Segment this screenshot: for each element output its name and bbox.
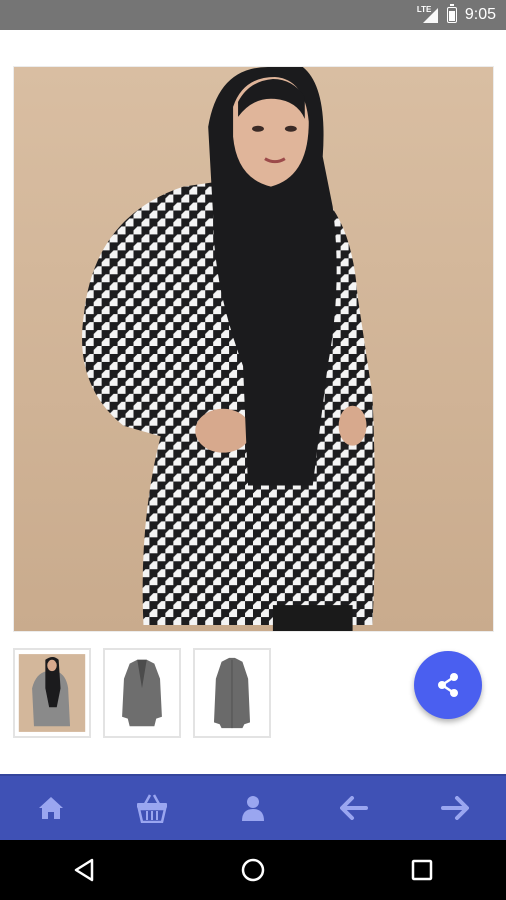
arrow-left-icon — [340, 796, 369, 820]
status-time: 9:05 — [464, 6, 496, 23]
thumbnail-coat-back[interactable] — [193, 648, 271, 738]
thumbnail-strip — [13, 648, 271, 738]
system-navigation-bar — [0, 840, 506, 900]
system-back-button[interactable] — [54, 840, 114, 900]
battery-icon — [446, 4, 457, 23]
system-home-button[interactable] — [223, 840, 283, 900]
square-recents-icon — [411, 859, 432, 881]
product-main-image[interactable] — [13, 66, 494, 632]
thumbnail-coat-front[interactable] — [103, 648, 181, 738]
nav-basket-button[interactable] — [122, 778, 182, 838]
nav-home-button[interactable] — [21, 778, 81, 838]
status-icons: LTE 9:05 — [417, 0, 496, 30]
system-recents-button[interactable] — [392, 840, 452, 900]
circle-home-icon — [241, 858, 265, 882]
home-icon — [38, 797, 63, 819]
nav-forward-button[interactable] — [425, 778, 485, 838]
nav-account-button[interactable] — [223, 778, 283, 838]
share-button[interactable] — [414, 651, 482, 719]
thumbnail-model[interactable] — [13, 648, 91, 738]
share-icon — [438, 673, 458, 697]
status-bar: LTE 9:05 — [0, 0, 506, 30]
lte-signal-icon: LTE — [417, 5, 439, 24]
bottom-navigation — [0, 774, 506, 840]
nav-back-button[interactable] — [324, 778, 384, 838]
basket-icon — [136, 794, 167, 823]
triangle-back-icon — [75, 858, 94, 882]
arrow-right-icon — [441, 796, 470, 820]
user-icon — [241, 796, 264, 821]
